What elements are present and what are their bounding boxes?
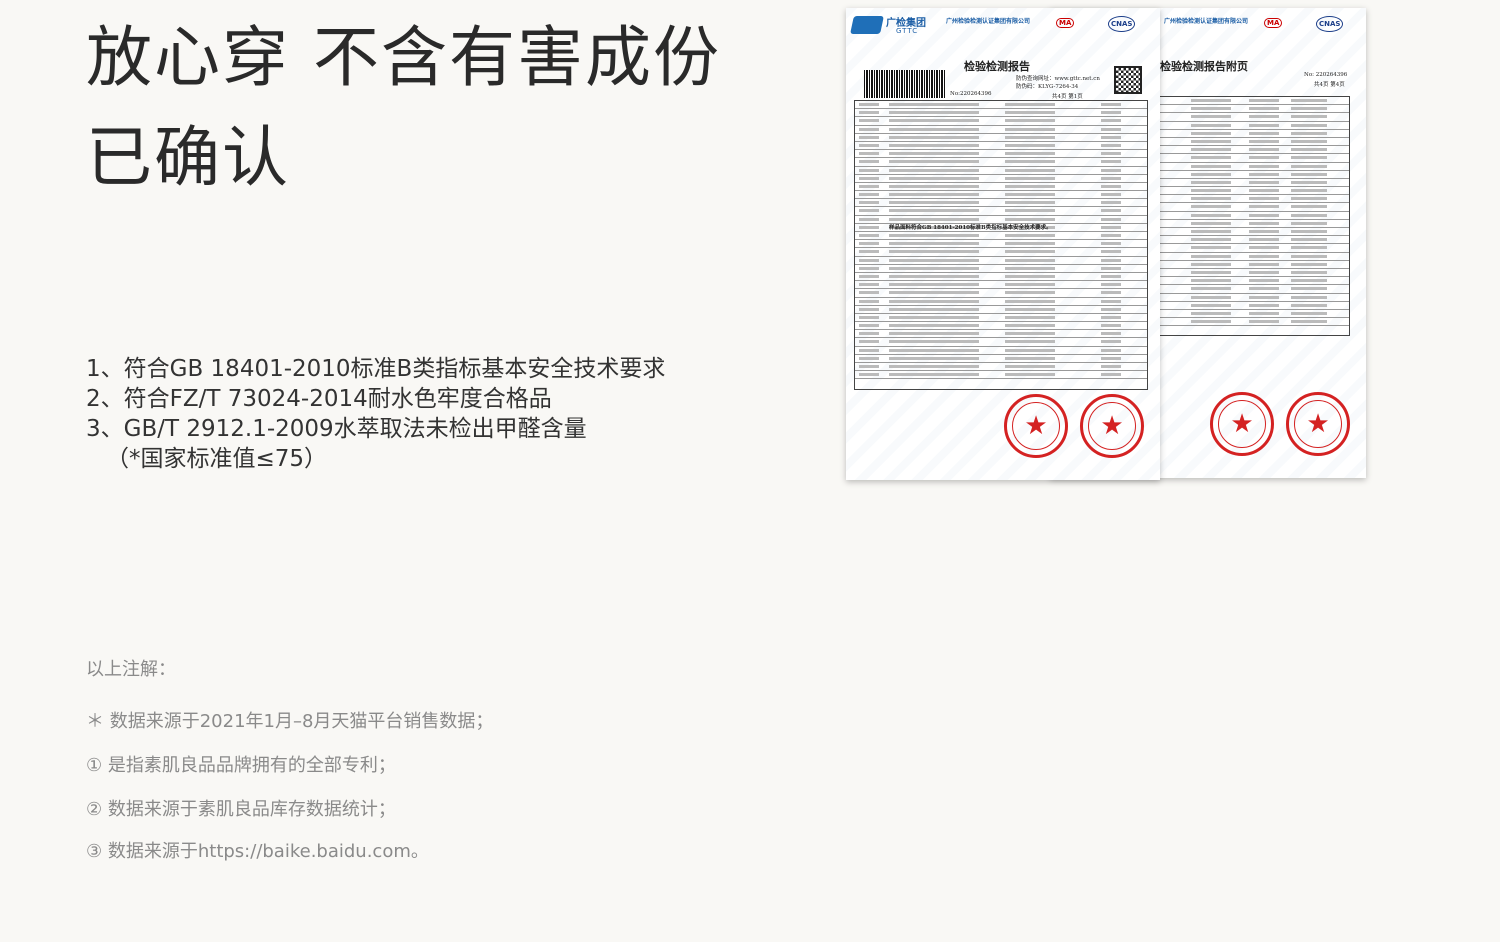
brand-en: GTTC xyxy=(896,27,919,35)
table-row xyxy=(1151,285,1349,294)
table-row xyxy=(1151,146,1349,155)
table-row xyxy=(855,183,1147,192)
table-row xyxy=(1151,163,1349,171)
table-row xyxy=(1151,97,1349,106)
table-row xyxy=(1151,105,1349,114)
table-row xyxy=(855,314,1147,323)
table-row xyxy=(1151,122,1349,130)
footnote-item: ① 是指素肌良品品牌拥有的全部专利； xyxy=(86,755,396,776)
table-row xyxy=(855,109,1147,118)
table-row xyxy=(1151,269,1349,278)
table-row xyxy=(1151,130,1349,138)
gttc-logo-icon xyxy=(850,16,884,34)
table-row xyxy=(1151,318,1349,327)
footnote-item: ② 数据来源于素肌良品库存数据统计； xyxy=(86,799,396,820)
table-row xyxy=(855,134,1147,142)
table-row xyxy=(1151,253,1349,261)
feature-item: 2、符合FZ/T 73024-2014耐水色牢度合格品 xyxy=(86,386,552,412)
report-page: 共4页 第1页 xyxy=(1052,94,1083,100)
table-row xyxy=(1151,277,1349,286)
appendix-title: 检验检测报告附页 xyxy=(1160,60,1248,73)
table-row xyxy=(855,371,1147,380)
cma-logo: MA xyxy=(1264,18,1283,28)
table-row xyxy=(855,199,1147,208)
table-row xyxy=(855,338,1147,347)
table-row xyxy=(1151,244,1349,253)
cnas-logo: CNAS xyxy=(1108,16,1136,32)
table-row xyxy=(1151,138,1349,147)
table-row xyxy=(855,347,1147,355)
table-row xyxy=(855,265,1147,273)
company-name: 广州检验检测认证集团有限公司 xyxy=(946,18,1031,25)
table-row xyxy=(855,175,1147,183)
inspection-stamp: ★ xyxy=(1004,394,1068,458)
qr-code-icon xyxy=(1114,66,1142,94)
appendix-number: No: 220264396 xyxy=(1304,72,1348,78)
table-row xyxy=(855,142,1147,151)
footnotes-heading: 以上注解： xyxy=(86,659,176,680)
table-row xyxy=(855,273,1147,282)
table-row xyxy=(855,355,1147,363)
table-row xyxy=(855,158,1147,167)
table-row xyxy=(1151,310,1349,319)
table-row xyxy=(1151,171,1349,179)
verify-code: 防伪码：KLYG-7264-34 xyxy=(1016,84,1079,90)
report-number: No:220264396 xyxy=(950,91,992,97)
table-row xyxy=(855,257,1147,265)
table-row xyxy=(855,248,1147,257)
table-row xyxy=(1151,236,1349,245)
table-row xyxy=(855,126,1147,134)
table-row xyxy=(855,289,1147,298)
table-row xyxy=(855,330,1147,339)
table-row xyxy=(1151,294,1349,302)
table-row xyxy=(1151,154,1349,163)
table-row xyxy=(1151,203,1349,212)
appendix-page: 共4页 第4页 xyxy=(1314,82,1345,88)
table-row xyxy=(855,101,1147,110)
feature-item: （*国家标准值≤75） xyxy=(106,446,328,472)
table-row xyxy=(855,207,1147,216)
table-row xyxy=(855,281,1147,290)
feature-item: 3、GB/T 2912.1-2009水萃取法未检出甲醛含量 xyxy=(86,416,587,442)
table-row xyxy=(1151,195,1349,204)
feature-item: 1、符合GB 18401-2010标准B类指标基本安全技术要求 xyxy=(86,356,666,382)
table-row xyxy=(1151,302,1349,310)
table-row xyxy=(855,150,1147,159)
appendix-table xyxy=(1150,96,1350,336)
inspection-stamp: ★ xyxy=(1286,392,1350,456)
footnote-item: ＊ 数据来源于2021年1月–8月天猫平台销售数据； xyxy=(86,711,494,732)
table-row xyxy=(1151,261,1349,269)
table-row xyxy=(855,117,1147,126)
report-conclusion: 样品面料符合GB 18401-2010标准B类指标基本安全技术要求。 xyxy=(889,225,1052,231)
table-row xyxy=(855,298,1147,306)
report-title: 检验检测报告 xyxy=(964,60,1030,73)
page-title: 放心穿 不含有害成份 已确认 xyxy=(86,8,766,208)
title-line-1: 放心穿 不含有害成份 xyxy=(86,19,721,96)
company-name: 广州检验检测认证集团有限公司 xyxy=(1164,18,1249,25)
table-row xyxy=(855,306,1147,314)
table-row xyxy=(855,167,1147,175)
table-row xyxy=(855,191,1147,200)
table-row xyxy=(855,322,1147,331)
test-report-image: 广检集团 GTTC 广州检验检测认证集团有限公司 MA CNAS 检验检测报告 … xyxy=(846,8,1160,480)
table-row xyxy=(1151,179,1349,188)
table-row xyxy=(855,363,1147,372)
report-table: 样品面料符合GB 18401-2010标准B类指标基本安全技术要求。 xyxy=(854,100,1148,390)
barcode-icon xyxy=(864,70,946,98)
table-row xyxy=(855,240,1147,249)
footnote-item: ③ 数据来源于https://baike.baidu.com。 xyxy=(86,841,429,862)
table-row xyxy=(855,232,1147,241)
cnas-logo: CNAS xyxy=(1316,16,1344,32)
cma-logo: MA xyxy=(1056,18,1075,28)
table-row xyxy=(1151,212,1349,220)
table-row xyxy=(1151,113,1349,122)
table-row xyxy=(1151,187,1349,196)
verify-url: 防伪查询网址：www.gttc.net.cn xyxy=(1016,76,1100,82)
table-row xyxy=(1151,228,1349,237)
inspection-stamp: ★ xyxy=(1080,394,1144,458)
inspection-stamp: ★ xyxy=(1210,392,1274,456)
table-row xyxy=(1151,220,1349,228)
title-line-2: 已确认 xyxy=(86,119,290,196)
feature-list: 1、符合GB 18401-2010标准B类指标基本安全技术要求 2、符合FZ/T… xyxy=(86,354,665,474)
